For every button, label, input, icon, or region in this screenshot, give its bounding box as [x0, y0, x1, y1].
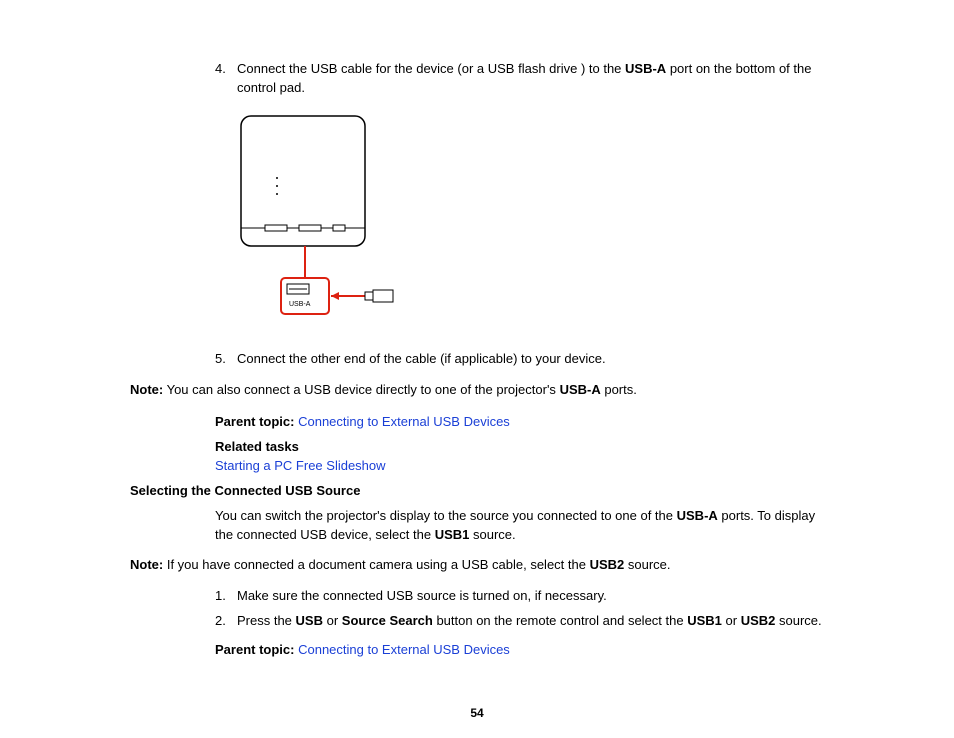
- step-5: 5. Connect the other end of the cable (i…: [215, 350, 834, 369]
- parent-topic-link-1[interactable]: Connecting to External USB Devices: [298, 414, 510, 429]
- page-number: 54: [0, 705, 954, 722]
- step-5-number: 5.: [215, 350, 237, 369]
- note-2: Note: If you have connected a document c…: [130, 556, 834, 575]
- section-heading-selecting-usb: Selecting the Connected USB Source: [130, 482, 834, 501]
- control-pad-diagram: USB-A: [237, 112, 417, 332]
- step-4-number: 4.: [215, 60, 237, 98]
- parent-topic-1: Parent topic: Connecting to External USB…: [215, 413, 834, 432]
- related-tasks-label: Related tasks: [215, 438, 834, 457]
- section-intro: You can switch the projector's display t…: [215, 507, 834, 545]
- parent-topic-2: Parent topic: Connecting to External USB…: [215, 641, 834, 660]
- note-1: Note: You can also connect a USB device …: [130, 381, 834, 400]
- step-5-text: Connect the other end of the cable (if a…: [237, 350, 834, 369]
- substep-2: 2. Press the USB or Source Search button…: [215, 612, 834, 631]
- step-4: 4. Connect the USB cable for the device …: [215, 60, 834, 98]
- usb-a-port-label: USB-A: [289, 300, 310, 310]
- step-4-text: Connect the USB cable for the device (or…: [237, 60, 834, 98]
- parent-topic-link-2[interactable]: Connecting to External USB Devices: [298, 642, 510, 657]
- related-task-link[interactable]: Starting a PC Free Slideshow: [215, 458, 386, 473]
- substep-1: 1. Make sure the connected USB source is…: [215, 587, 834, 606]
